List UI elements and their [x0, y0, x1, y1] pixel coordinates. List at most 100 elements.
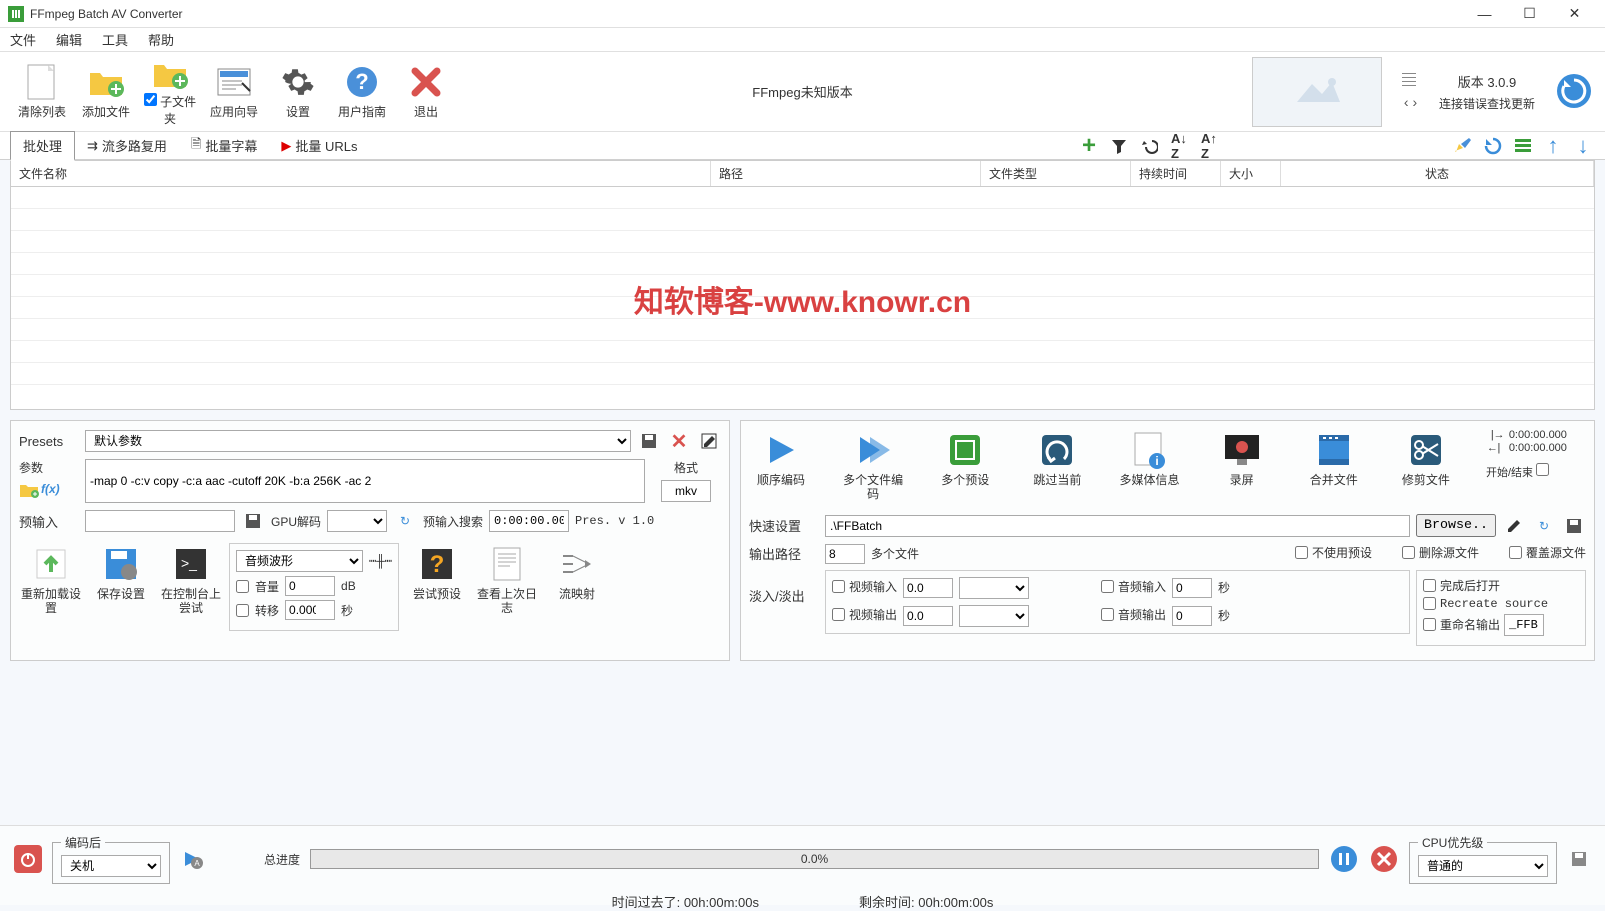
brush-button[interactable] [1451, 134, 1475, 158]
menu-tools[interactable]: 工具 [102, 30, 128, 49]
refresh-version-button[interactable] [1555, 72, 1595, 112]
sequential-encode-button[interactable]: 顺序编码 [749, 429, 813, 487]
trim-files-button[interactable]: 修剪文件 [1394, 429, 1458, 487]
audio-out-value[interactable] [1172, 606, 1212, 626]
subfolders-checkbox[interactable] [144, 93, 157, 106]
save-settings-button[interactable]: 保存设置 [89, 543, 153, 601]
pause-button[interactable] [1329, 844, 1359, 874]
move-up-button[interactable]: ↑ [1541, 134, 1565, 158]
shift-checkbox[interactable] [236, 604, 249, 617]
col-filetype[interactable]: 文件类型 [981, 161, 1131, 186]
sort-asc-button[interactable]: A↓Z [1167, 134, 1191, 158]
tab-batch-subs[interactable]: 🗎批量字幕 [179, 131, 269, 161]
audio-waveform-select[interactable]: 音频波形 [236, 550, 363, 572]
subfolders-toggle[interactable]: 子文件夹 [138, 57, 202, 127]
volume-checkbox[interactable] [236, 580, 249, 593]
rename-output-checkbox[interactable] [1423, 618, 1436, 631]
format-input[interactable] [661, 480, 711, 502]
auto-button[interactable]: A [180, 847, 204, 871]
try-console-button[interactable]: >_ 在控制台上尝试 [159, 543, 223, 616]
refresh-list-button[interactable] [1481, 134, 1505, 158]
video-in-value[interactable] [903, 578, 953, 598]
volume-input[interactable] [285, 576, 335, 596]
preinput-save-button[interactable] [241, 509, 265, 533]
folder-add-icon[interactable] [19, 482, 39, 501]
media-info-button[interactable]: i多媒体信息 [1118, 429, 1182, 487]
tab-batch[interactable]: 批处理 [10, 131, 75, 161]
queue-button[interactable] [1511, 134, 1535, 158]
preview-next-button[interactable]: › [1412, 94, 1417, 110]
preinput-input[interactable] [85, 510, 235, 532]
preinput-time[interactable] [489, 510, 569, 532]
preview-prev-button[interactable]: ‹ [1404, 94, 1409, 110]
no-preset-checkbox[interactable] [1295, 546, 1308, 559]
menu-help[interactable]: 帮助 [148, 30, 174, 49]
user-guide-button[interactable]: ? 用户指南 [330, 57, 394, 127]
params-input[interactable] [85, 459, 645, 503]
video-in-unit[interactable] [959, 577, 1029, 599]
audio-in-checkbox[interactable] [1101, 580, 1114, 593]
save-path-button[interactable] [1562, 514, 1586, 538]
record-screen-button[interactable]: 录屏 [1210, 429, 1274, 487]
close-button[interactable]: ✕ [1552, 0, 1597, 28]
overwrite-checkbox[interactable] [1509, 546, 1522, 559]
multi-preset-button[interactable]: 多个预设 [933, 429, 997, 487]
try-preset-button[interactable]: ? 尝试预设 [405, 543, 469, 601]
menu-file[interactable]: 文件 [10, 30, 36, 49]
quick-path-input[interactable] [825, 515, 1410, 537]
filter-button[interactable] [1107, 134, 1131, 158]
reset-path-button[interactable]: ↻ [1532, 514, 1556, 538]
delete-source-checkbox[interactable] [1402, 546, 1415, 559]
after-encode-select[interactable]: 关机 [61, 855, 161, 877]
exit-button[interactable]: 退出 [394, 57, 458, 127]
presets-select[interactable]: 默认参数 [85, 430, 631, 452]
edit-path-button[interactable] [1502, 514, 1526, 538]
add-file-button[interactable]: 添加文件 [74, 57, 138, 127]
reload-settings-button[interactable]: 重新加载设置 [19, 543, 83, 616]
multi-file-encode-button[interactable]: 多个文件编码 [841, 429, 905, 502]
settings-button[interactable]: 设置 [266, 57, 330, 127]
preinput-refresh-button[interactable]: ↻ [393, 509, 417, 533]
merge-files-button[interactable]: 合并文件 [1302, 429, 1366, 487]
skip-current-button[interactable]: 跳过当前 [1025, 429, 1089, 487]
update-link[interactable]: 连接错误查找更新 [1439, 95, 1535, 112]
col-status[interactable]: 状态 [1281, 161, 1594, 186]
video-out-value[interactable] [903, 606, 953, 626]
recreate-source-checkbox[interactable] [1423, 597, 1436, 610]
table-body[interactable]: 知软博客-www.knowr.cn [11, 187, 1594, 411]
multi-file-count[interactable] [825, 544, 865, 564]
move-down-button[interactable]: ↓ [1571, 134, 1595, 158]
audio-in-value[interactable] [1172, 578, 1212, 598]
col-path[interactable]: 路径 [711, 161, 981, 186]
video-out-checkbox[interactable] [832, 608, 845, 621]
function-icon[interactable]: f(x) [41, 482, 60, 501]
maximize-button[interactable]: ☐ [1507, 0, 1552, 28]
save-preset-button[interactable] [637, 429, 661, 453]
power-button[interactable] [14, 845, 42, 873]
stop-button[interactable] [1369, 844, 1399, 874]
audio-out-checkbox[interactable] [1101, 608, 1114, 621]
open-after-checkbox[interactable] [1423, 579, 1436, 592]
video-out-unit[interactable] [959, 605, 1029, 627]
start-end-checkbox[interactable] [1536, 463, 1549, 476]
menu-edit[interactable]: 编辑 [56, 30, 82, 49]
col-size[interactable]: 大小 [1221, 161, 1281, 186]
minimize-button[interactable]: ― [1462, 0, 1507, 28]
cpu-priority-select[interactable]: 普通的 [1418, 855, 1548, 877]
col-filename[interactable]: 文件名称 [11, 161, 711, 186]
browse-button[interactable]: Browse.. [1416, 514, 1496, 537]
undo-button[interactable] [1137, 134, 1161, 158]
edit-preset-button[interactable] [697, 429, 721, 453]
video-in-checkbox[interactable] [832, 580, 845, 593]
rename-suffix-input[interactable] [1504, 614, 1544, 636]
sort-desc-button[interactable]: A↑Z [1197, 134, 1221, 158]
save-bottom-button[interactable] [1567, 847, 1591, 871]
clear-list-button[interactable]: 清除列表 [10, 57, 74, 127]
view-log-button[interactable]: 查看上次日志 [475, 543, 539, 616]
shift-input[interactable] [285, 600, 335, 620]
stream-map-button[interactable]: 流映射 [545, 543, 609, 601]
col-duration[interactable]: 持续时间 [1131, 161, 1221, 186]
delete-preset-button[interactable]: ✕ [667, 429, 691, 453]
tab-stream-mux[interactable]: ⇉流多路复用 [75, 132, 179, 159]
add-item-button[interactable]: + [1077, 134, 1101, 158]
